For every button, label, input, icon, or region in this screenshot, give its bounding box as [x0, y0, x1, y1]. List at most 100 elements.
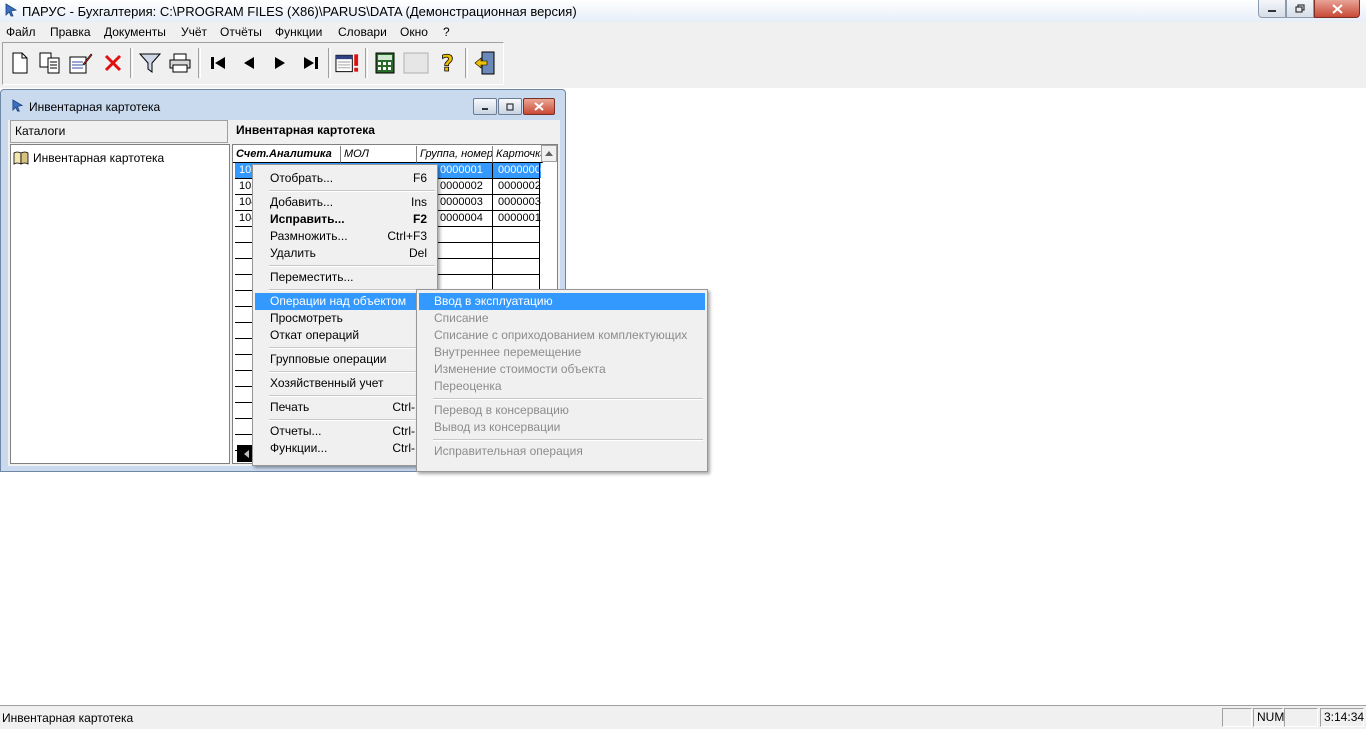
submenu-item-revaluation[interactable]: Переоценка: [419, 378, 705, 395]
submenu-item-value-change[interactable]: Изменение стоимости объекта: [419, 361, 705, 378]
last-record-button[interactable]: [297, 49, 324, 76]
toolbar: ?: [0, 42, 1366, 88]
filter-button[interactable]: [136, 49, 163, 76]
menu-item-group-operations[interactable]: Групповые операции: [255, 351, 435, 368]
status-text: Инвентарная картотека: [2, 711, 134, 725]
child-minimize-button[interactable]: [473, 98, 497, 115]
menu-item-reports[interactable]: Отчеты... Ctrl-: [255, 423, 435, 440]
app-icon: [4, 3, 18, 20]
scroll-up-button[interactable]: [541, 145, 557, 162]
status-pane-scroll: [1284, 708, 1318, 727]
minimize-icon: [482, 107, 488, 110]
window-controls: [1258, 0, 1360, 18]
submenu-item-conservation[interactable]: Перевод в консервацию: [419, 402, 705, 419]
column-header-account[interactable]: Счет.Аналитика: [233, 146, 341, 163]
filter-icon: [138, 53, 161, 73]
edit-icon: [69, 53, 92, 73]
catalogs-header: Каталоги: [10, 120, 228, 143]
column-header-mol[interactable]: МОЛ: [341, 146, 417, 163]
menu-item-rollback[interactable]: Откат операций: [255, 327, 435, 344]
menu-bar: Файл Правка Документы Учёт Отчёты Функци…: [0, 22, 1366, 42]
cell-group: 0000002: [440, 180, 483, 192]
tree-item-inventory[interactable]: Инвентарная картотека: [13, 151, 164, 165]
menu-item-object-operations[interactable]: Операции над объектом: [255, 293, 417, 310]
calculator-icon: [375, 52, 394, 73]
arrow-up-icon: [545, 151, 553, 156]
child-window-title: Инвентарная картотека: [29, 100, 161, 114]
prev-record-icon: [243, 56, 254, 69]
minimize-icon: [1268, 9, 1276, 12]
menu-functions[interactable]: Функции: [275, 25, 322, 39]
submenu-item-deconservation[interactable]: Вывод из консервации: [419, 419, 705, 436]
exit-button[interactable]: [471, 49, 498, 76]
child-restore-button[interactable]: [498, 98, 522, 115]
menu-item-delete[interactable]: Удалить Del: [255, 245, 435, 262]
prev-record-button[interactable]: [235, 49, 262, 76]
restore-button[interactable]: [1286, 0, 1314, 18]
exit-icon: [474, 51, 494, 74]
calculator-button[interactable]: [371, 49, 398, 76]
menu-edit[interactable]: Правка: [50, 25, 91, 39]
cell-group: 0000004: [440, 212, 483, 224]
child-window-controls: [473, 98, 555, 115]
restore-icon: [506, 102, 514, 111]
help-button[interactable]: ?: [434, 49, 461, 76]
book-icon: [13, 151, 29, 165]
calendar-alert-button[interactable]: [334, 49, 361, 76]
close-button[interactable]: [1314, 0, 1360, 18]
menu-accounting[interactable]: Учёт: [181, 25, 207, 39]
menu-item-print[interactable]: Печать Ctrl-: [255, 399, 435, 416]
column-header-card[interactable]: Карточка: [493, 146, 543, 163]
menu-item-economic-accounting[interactable]: Хозяйственный учет: [255, 375, 435, 392]
submenu-item-correction[interactable]: Исправительная операция: [419, 443, 705, 460]
title-bar: ПАРУС - Бухгалтерия: C:\PROGRAM FILES (X…: [0, 0, 1366, 23]
calendar-alert-icon: [335, 53, 359, 72]
menu-item-add[interactable]: Добавить... Ins: [255, 194, 435, 211]
arrow-left-icon: [243, 449, 249, 458]
object-operations-submenu: Ввод в эксплуатацию Списание Списание с …: [416, 289, 708, 472]
close-icon: [534, 102, 544, 111]
minimize-button[interactable]: [1258, 0, 1286, 18]
delete-button[interactable]: [99, 49, 126, 76]
menu-item-functions[interactable]: Функции... Ctrl-: [255, 440, 435, 457]
child-close-button[interactable]: [523, 98, 555, 115]
print-icon: [169, 53, 190, 72]
delete-icon: [104, 54, 121, 71]
submenu-item-write-off[interactable]: Списание: [419, 310, 705, 327]
submenu-item-commissioning[interactable]: Ввод в эксплуатацию: [419, 293, 705, 310]
garant-button[interactable]: [402, 49, 430, 76]
first-record-button[interactable]: [204, 49, 231, 76]
cell-card: 0000003: [498, 196, 541, 208]
last-record-icon: [303, 56, 318, 69]
menu-help[interactable]: ?: [443, 25, 450, 39]
new-button[interactable]: [6, 49, 33, 76]
menu-item-edit[interactable]: Исправить... F2: [255, 211, 435, 228]
cell-card: 0000001: [498, 212, 541, 224]
tree-item-label: Инвентарная картотека: [33, 151, 165, 165]
status-num: NUM: [1253, 708, 1284, 727]
submenu-item-write-off-components[interactable]: Списание с оприходованием комплектующих: [419, 327, 705, 344]
print-button[interactable]: [166, 49, 193, 76]
restore-icon: [1295, 4, 1305, 13]
menu-file[interactable]: Файл: [6, 25, 36, 39]
child-window-icon: [11, 99, 24, 115]
submenu-item-internal-transfer[interactable]: Внутреннее перемещение: [419, 344, 705, 361]
close-icon: [1331, 3, 1343, 14]
column-header-group[interactable]: Группа, номер: [417, 146, 493, 163]
catalogs-tree: Инвентарная картотека: [10, 144, 230, 464]
copy-button[interactable]: [36, 49, 63, 76]
menu-item-view[interactable]: Просмотреть: [255, 310, 435, 327]
cards-header: Инвентарная картотека: [232, 120, 559, 143]
menu-documents[interactable]: Документы: [104, 25, 166, 39]
edit-button[interactable]: [67, 49, 94, 76]
next-record-icon: [274, 56, 285, 69]
menu-item-duplicate[interactable]: Размножить... Ctrl+F3: [255, 228, 435, 245]
next-record-button[interactable]: [266, 49, 293, 76]
menu-item-move[interactable]: Переместить...: [255, 269, 435, 286]
menu-dictionaries[interactable]: Словари: [338, 25, 387, 39]
menu-window[interactable]: Окно: [400, 25, 428, 39]
menu-item-select[interactable]: Отобрать... F6: [255, 170, 435, 187]
menu-reports[interactable]: Отчёты: [220, 25, 262, 39]
help-icon: ?: [440, 51, 454, 74]
status-clock: 3:14:34: [1320, 708, 1364, 727]
